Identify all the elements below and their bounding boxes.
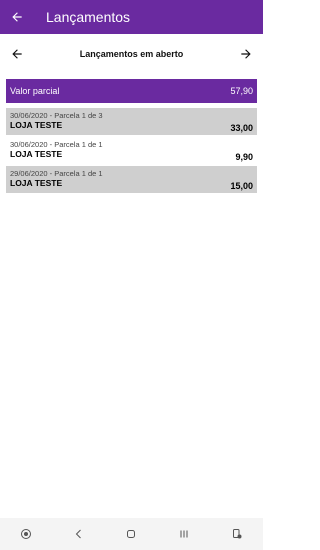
home-icon[interactable] (121, 524, 141, 544)
back-icon[interactable] (69, 524, 89, 544)
app-bar: Lançamentos (0, 0, 263, 34)
back-button[interactable] (0, 0, 34, 34)
partial-value: 57,90 (230, 86, 253, 96)
item-date: 30/06/2020 - Parcela 1 de 3 (10, 111, 103, 120)
arrow-right-icon (241, 49, 251, 59)
item-date: 29/06/2020 - Parcela 1 de 1 (10, 169, 103, 178)
list-item[interactable]: 30/06/2020 - Parcela 1 de 3 LOJA TESTE 3… (6, 108, 257, 135)
next-button[interactable] (237, 45, 255, 63)
notification-icon[interactable] (227, 524, 247, 544)
accessibility-icon[interactable] (16, 524, 36, 544)
item-store: LOJA TESTE (10, 149, 63, 159)
item-amount: 15,00 (230, 181, 253, 191)
previous-button[interactable] (8, 45, 26, 63)
arrow-left-icon (12, 12, 22, 22)
item-store: LOJA TESTE (10, 178, 63, 188)
list-item[interactable]: 29/06/2020 - Parcela 1 de 1 LOJA TESTE 1… (6, 166, 257, 193)
item-amount: 9,90 (235, 152, 253, 162)
page-title: Lançamentos (46, 9, 131, 25)
partial-label: Valor parcial (10, 86, 60, 96)
item-date: 30/06/2020 - Parcela 1 de 1 (10, 140, 103, 149)
section-title: Lançamentos em aberto (79, 49, 184, 59)
system-nav-bar (0, 518, 263, 550)
item-amount: 33,00 (230, 123, 253, 133)
period-nav: Lançamentos em aberto (0, 40, 263, 68)
arrow-left-icon (12, 49, 22, 59)
recents-icon[interactable] (174, 524, 194, 544)
item-store: LOJA TESTE (10, 120, 63, 130)
entries-list: 30/06/2020 - Parcela 1 de 3 LOJA TESTE 3… (6, 108, 257, 195)
partial-total-bar: Valor parcial 57,90 (6, 79, 257, 103)
list-item[interactable]: 30/06/2020 - Parcela 1 de 1 LOJA TESTE 9… (6, 137, 257, 164)
